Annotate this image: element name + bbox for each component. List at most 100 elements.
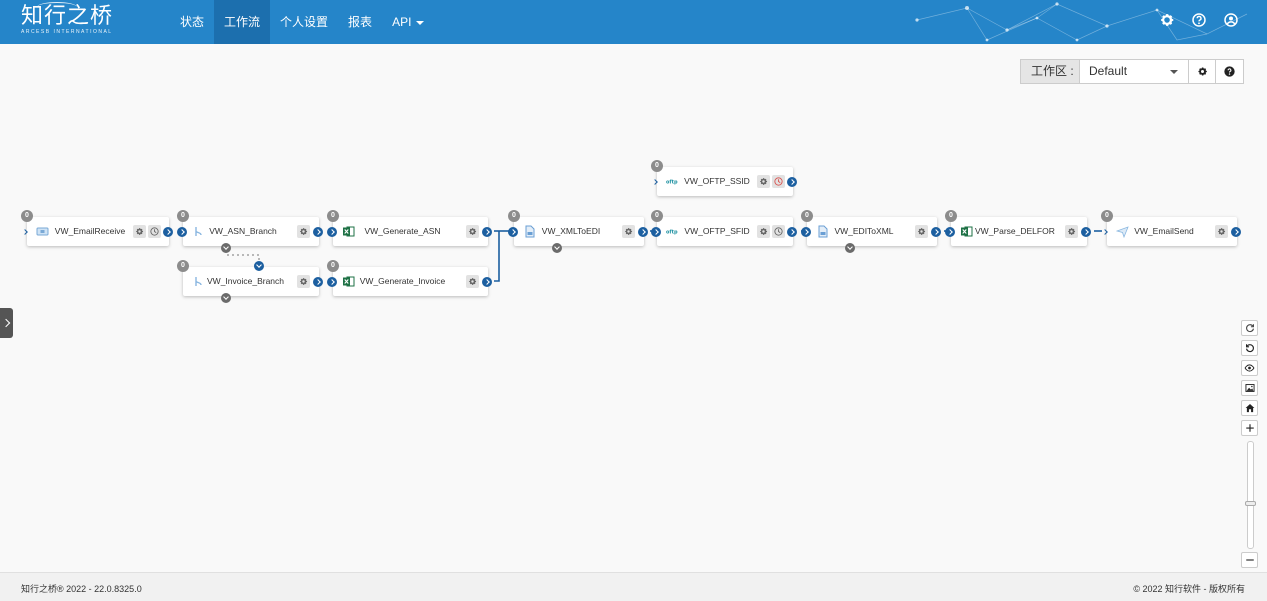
gear-icon[interactable] (757, 225, 770, 238)
branch-port[interactable] (845, 243, 855, 253)
input-port[interactable] (651, 226, 661, 237)
preview-button[interactable] (1241, 360, 1258, 376)
undo-icon (1245, 344, 1254, 353)
top-icons (1159, 12, 1239, 28)
caret-down-icon (416, 20, 425, 25)
nav-item-api[interactable]: API (382, 0, 434, 44)
export-image-button[interactable] (1241, 380, 1258, 396)
output-port[interactable] (1231, 226, 1241, 237)
workflow-node[interactable]: 0 oftp VW_OFTP_SFID (651, 210, 797, 246)
input-port[interactable] (1101, 227, 1111, 237)
node-count-badge: 0 (651, 210, 663, 222)
node-count-badge: 0 (327, 210, 339, 222)
node-count-badge: 0 (945, 210, 957, 222)
excel-icon (961, 226, 973, 237)
input-port[interactable] (327, 276, 337, 287)
settings-icon[interactable] (1159, 12, 1175, 28)
input-port[interactable] (21, 227, 31, 237)
output-port[interactable] (787, 176, 797, 187)
workflow-node[interactable]: 0 VW_Parse_DELFOR (945, 210, 1091, 246)
branch-port[interactable] (221, 293, 231, 303)
footer-copyright: © 2022 知行软件 - 版权所有 (1133, 584, 1245, 594)
home-button[interactable] (1241, 400, 1258, 416)
redo-icon (1245, 324, 1254, 333)
clock-alert-icon[interactable] (772, 175, 785, 188)
input-port[interactable] (254, 261, 264, 271)
email-send-icon (1116, 226, 1129, 238)
gear-icon[interactable] (915, 225, 928, 238)
workflow-node[interactable]: 0 VW_EmailSend (1101, 210, 1241, 246)
x12-icon (525, 225, 535, 238)
workflow-node[interactable]: 0 oftp VW_OFTP_SSID (651, 160, 797, 196)
workflow-node[interactable]: 0 VW_Generate_Invoice (327, 260, 492, 296)
node-label: VW_Invoice_Branch (207, 276, 285, 286)
output-port[interactable] (787, 226, 797, 237)
input-port[interactable] (327, 226, 337, 237)
svg-text:oftp: oftp (666, 230, 678, 236)
brand-logo[interactable]: 知行之桥 ARCESB INTERNATIONAL (21, 2, 113, 35)
gear-icon[interactable] (133, 225, 146, 238)
nav-item-status[interactable]: 状态 (170, 0, 214, 44)
footer: 知行之桥® 2022 - 22.0.8325.0 © 2022 知行软件 - 版… (0, 572, 1267, 601)
input-port[interactable] (177, 226, 187, 237)
output-port[interactable] (313, 226, 323, 237)
top-navbar: 知行之桥 ARCESB INTERNATIONAL 状态 工作流 个人设置 报表… (0, 0, 1267, 44)
svg-text:oftp: oftp (666, 180, 678, 186)
workflow-node[interactable]: 0 VW_XMLToEDI (508, 210, 648, 253)
gear-icon[interactable] (466, 225, 479, 238)
nav-item-profile[interactable]: 个人设置 (270, 0, 338, 44)
branch-port[interactable] (552, 243, 562, 253)
input-port[interactable] (651, 177, 661, 187)
node-label: VW_ASN_Branch (209, 226, 277, 236)
node-label: VW_EmailReceive (54, 226, 126, 236)
gear-icon[interactable] (622, 225, 635, 238)
node-count-badge: 0 (21, 210, 33, 222)
clock-icon[interactable] (148, 225, 161, 238)
workflow-node[interactable]: 0 VW_Invoice_Branch (177, 260, 323, 303)
gear-icon[interactable] (466, 275, 479, 288)
node-label: VW_EDIToXML (834, 226, 894, 236)
zoom-slider-thumb[interactable] (1245, 501, 1256, 506)
workflow-node[interactable]: 0 VW_Generate_ASN (327, 210, 492, 246)
node-label: VW_Parse_DELFOR (975, 226, 1055, 236)
workflow-node[interactable]: 0 VW_ASN_Branch (177, 210, 323, 253)
node-count-badge: 0 (177, 260, 189, 272)
sidebar-toggle-button[interactable] (0, 308, 13, 338)
output-port[interactable] (482, 226, 492, 237)
input-port[interactable] (801, 226, 811, 237)
output-port[interactable] (1081, 226, 1091, 237)
workflow-node[interactable]: 0 VW_EmailReceive (21, 210, 173, 246)
user-icon[interactable] (1223, 12, 1239, 28)
gear-icon[interactable] (297, 275, 310, 288)
gear-icon[interactable] (1065, 225, 1078, 238)
logo-arc (37, 2, 77, 12)
help-icon[interactable] (1191, 12, 1207, 28)
workflow-node[interactable]: 0 VW_EDIToXML (801, 210, 941, 253)
zoom-out-button[interactable] (1241, 552, 1258, 568)
workflow-canvas[interactable] (0, 45, 1267, 572)
gear-icon[interactable] (757, 175, 770, 188)
nav-item-reports[interactable]: 报表 (338, 0, 382, 44)
output-port[interactable] (931, 226, 941, 237)
node-count-badge: 0 (327, 260, 339, 272)
redo-button[interactable] (1241, 320, 1258, 336)
output-port[interactable] (638, 226, 648, 237)
node-label: VW_Generate_ASN (364, 226, 441, 236)
footer-version: 知行之桥® 2022 - 22.0.8325.0 (21, 584, 142, 594)
output-port[interactable] (482, 276, 492, 287)
output-port[interactable] (163, 226, 173, 237)
canvas-toolbar (1241, 320, 1258, 440)
node-label: VW_OFTP_SFID (684, 226, 750, 236)
branch-port[interactable] (221, 243, 231, 253)
undo-button[interactable] (1241, 340, 1258, 356)
output-port[interactable] (313, 276, 323, 287)
zoom-slider[interactable] (1245, 441, 1256, 549)
zoom-in-button[interactable] (1241, 420, 1258, 436)
gear-icon[interactable] (297, 225, 310, 238)
nav-item-workflow[interactable]: 工作流 (214, 0, 271, 44)
input-port[interactable] (945, 226, 955, 237)
input-port[interactable] (508, 226, 518, 237)
branch-icon (195, 227, 202, 236)
gear-icon[interactable] (1215, 225, 1228, 238)
clock-icon[interactable] (772, 225, 785, 238)
